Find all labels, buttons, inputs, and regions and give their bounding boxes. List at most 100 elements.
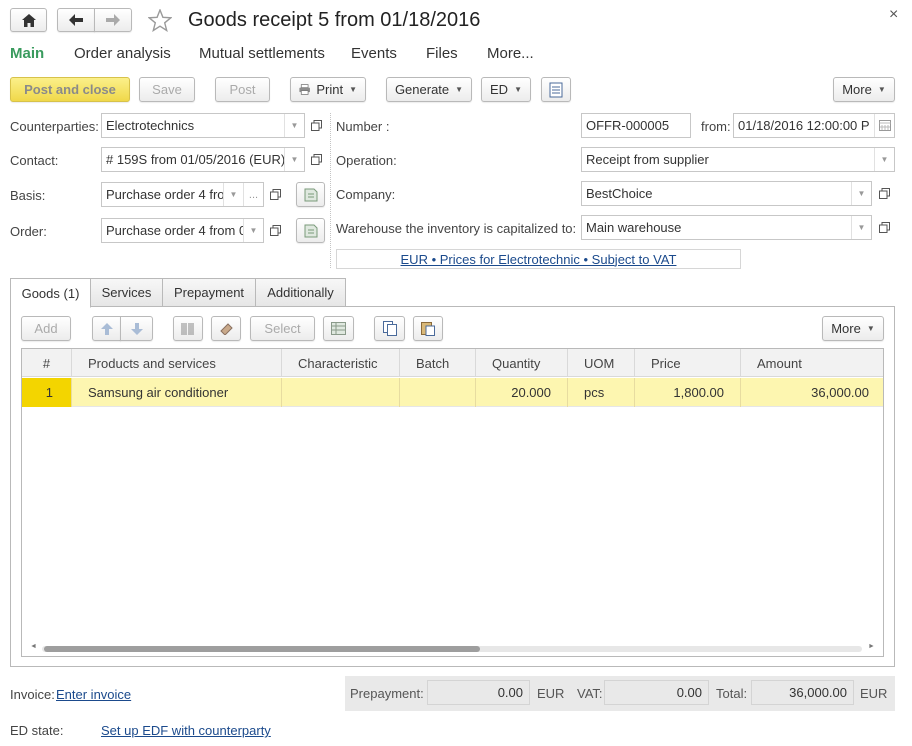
number-field[interactable]: OFFR-000005 bbox=[581, 113, 691, 138]
eraser-button[interactable] bbox=[211, 316, 241, 341]
table-view-button[interactable] bbox=[323, 316, 354, 341]
vat-label: VAT: bbox=[577, 686, 603, 701]
table-more-button[interactable]: More ▼ bbox=[822, 316, 884, 341]
tab-additionally[interactable]: Additionally bbox=[255, 278, 346, 307]
eraser-icon bbox=[219, 323, 233, 335]
barcode-button[interactable] bbox=[173, 316, 203, 341]
open-warehouse-icon[interactable] bbox=[875, 215, 893, 240]
back-button[interactable] bbox=[57, 8, 95, 32]
row-price-cell[interactable]: 1,800.00 bbox=[635, 378, 741, 407]
basis-select-button[interactable]: ... bbox=[243, 183, 263, 206]
chevron-down-icon: ▼ bbox=[349, 85, 357, 94]
section-tab-order-analysis[interactable]: Order analysis bbox=[74, 45, 171, 62]
enter-invoice-link[interactable]: Enter invoice bbox=[56, 687, 131, 702]
counterparties-label: Counterparties: bbox=[10, 119, 99, 134]
row-amount-cell[interactable]: 36,000.00 bbox=[741, 378, 883, 407]
chevron-down-icon[interactable]: ▼ bbox=[874, 148, 894, 171]
document-list-icon bbox=[549, 82, 563, 97]
post-and-close-button[interactable]: Post and close bbox=[10, 77, 130, 102]
section-tab-more[interactable]: More... bbox=[487, 45, 534, 62]
row-quantity-cell[interactable]: 20.000 bbox=[476, 378, 568, 407]
post-button[interactable]: Post bbox=[215, 77, 270, 102]
column-header-amount[interactable]: Amount bbox=[741, 349, 883, 377]
generate-button[interactable]: Generate ▼ bbox=[386, 77, 472, 102]
favorite-star-icon[interactable] bbox=[148, 9, 172, 32]
date-field[interactable]: 01/18/2016 12:00:00 P bbox=[733, 113, 895, 138]
row-number-cell[interactable]: 1 bbox=[22, 378, 72, 407]
company-label: Company: bbox=[336, 187, 396, 202]
open-basis-icon[interactable] bbox=[266, 182, 284, 207]
chevron-down-icon[interactable]: ▼ bbox=[223, 183, 243, 206]
total-currency: EUR bbox=[860, 686, 888, 701]
tab-goods[interactable]: Goods (1) bbox=[10, 278, 91, 308]
horizontal-scrollbar-thumb[interactable] bbox=[44, 646, 480, 652]
column-header-price[interactable]: Price bbox=[635, 349, 741, 377]
price-settings-box: EUR • Prices for Electrotechnic • Subjec… bbox=[336, 249, 741, 269]
column-header-products[interactable]: Products and services bbox=[72, 349, 282, 377]
home-button[interactable] bbox=[10, 8, 47, 32]
forward-button[interactable] bbox=[94, 8, 132, 32]
tab-services[interactable]: Services bbox=[90, 278, 163, 307]
open-company-icon[interactable] bbox=[875, 181, 893, 206]
chevron-down-icon[interactable]: ▼ bbox=[243, 219, 263, 242]
scroll-right-icon[interactable]: ► bbox=[868, 643, 875, 650]
copy-button[interactable] bbox=[374, 316, 405, 341]
number-value: OFFR-000005 bbox=[586, 118, 670, 133]
tab-prepayment[interactable]: Prepayment bbox=[162, 278, 256, 307]
column-header-uom[interactable]: UOM bbox=[568, 349, 635, 377]
row-uom-cell[interactable]: pcs bbox=[568, 378, 635, 407]
window-title: Goods receipt 5 from 01/18/2016 bbox=[188, 9, 481, 31]
open-contact-icon[interactable] bbox=[307, 147, 325, 172]
ed-button[interactable]: ED ▼ bbox=[481, 77, 531, 102]
operation-label: Operation: bbox=[336, 153, 397, 168]
fill-by-order-button[interactable] bbox=[296, 218, 325, 243]
paste-icon bbox=[421, 322, 435, 336]
report-button[interactable] bbox=[541, 77, 571, 102]
prepayment-currency: EUR bbox=[537, 686, 565, 701]
section-tab-files[interactable]: Files bbox=[426, 45, 458, 62]
order-value: Purchase order 4 from 0 bbox=[106, 223, 243, 238]
close-icon[interactable]: × bbox=[889, 6, 898, 24]
chevron-down-icon[interactable]: ▼ bbox=[284, 114, 304, 137]
fill-by-basis-button[interactable] bbox=[296, 182, 325, 207]
row-batch-cell[interactable] bbox=[400, 378, 476, 407]
row-characteristic-cell[interactable] bbox=[282, 378, 400, 407]
counterparties-field[interactable]: Electrotechnics ▼ bbox=[101, 113, 305, 138]
setup-edf-link[interactable]: Set up EDF with counterparty bbox=[101, 723, 271, 738]
section-tab-events[interactable]: Events bbox=[351, 45, 397, 62]
contact-field[interactable]: # 159S from 01/05/2016 (EUR) ▼ bbox=[101, 147, 305, 172]
order-field[interactable]: Purchase order 4 from 0 ▼ bbox=[101, 218, 264, 243]
column-header-number[interactable]: # bbox=[22, 349, 72, 377]
operation-field[interactable]: Receipt from supplier ▼ bbox=[581, 147, 895, 172]
move-up-button[interactable] bbox=[92, 316, 121, 341]
column-header-characteristic[interactable]: Characteristic bbox=[282, 349, 400, 377]
paste-button[interactable] bbox=[413, 316, 443, 341]
select-button[interactable]: Select bbox=[250, 316, 315, 341]
move-down-button[interactable] bbox=[120, 316, 153, 341]
calendar-icon[interactable] bbox=[874, 114, 894, 137]
more-button[interactable]: More ▼ bbox=[833, 77, 895, 102]
save-button[interactable]: Save bbox=[139, 77, 195, 102]
prepayment-value: 0.00 bbox=[427, 680, 530, 705]
add-row-button[interactable]: Add bbox=[21, 316, 71, 341]
number-label: Number : bbox=[336, 119, 390, 134]
column-header-quantity[interactable]: Quantity bbox=[476, 349, 568, 377]
warehouse-field[interactable]: Main warehouse ▼ bbox=[581, 215, 872, 240]
column-header-batch[interactable]: Batch bbox=[400, 349, 476, 377]
ed-state-label: ED state: bbox=[10, 723, 64, 738]
scroll-left-icon[interactable]: ◄ bbox=[30, 643, 37, 650]
section-tab-main[interactable]: Main bbox=[10, 45, 44, 62]
open-order-icon[interactable] bbox=[266, 218, 284, 243]
print-button[interactable]: Print ▼ bbox=[290, 77, 366, 102]
chevron-down-icon: ▼ bbox=[455, 85, 464, 94]
section-tab-mutual-settlements[interactable]: Mutual settlements bbox=[199, 45, 325, 62]
price-settings-link[interactable]: EUR • Prices for Electrotechnic • Subjec… bbox=[401, 252, 677, 267]
company-field[interactable]: BestChoice ▼ bbox=[581, 181, 872, 206]
chevron-down-icon[interactable]: ▼ bbox=[851, 182, 871, 205]
row-product-cell[interactable]: Samsung air conditioner bbox=[72, 378, 282, 407]
open-counterparty-icon[interactable] bbox=[307, 113, 325, 138]
total-value: 36,000.00 bbox=[751, 680, 854, 705]
chevron-down-icon[interactable]: ▼ bbox=[284, 148, 304, 171]
basis-field[interactable]: Purchase order 4 fro ▼ ... bbox=[101, 182, 264, 207]
chevron-down-icon[interactable]: ▼ bbox=[851, 216, 871, 239]
